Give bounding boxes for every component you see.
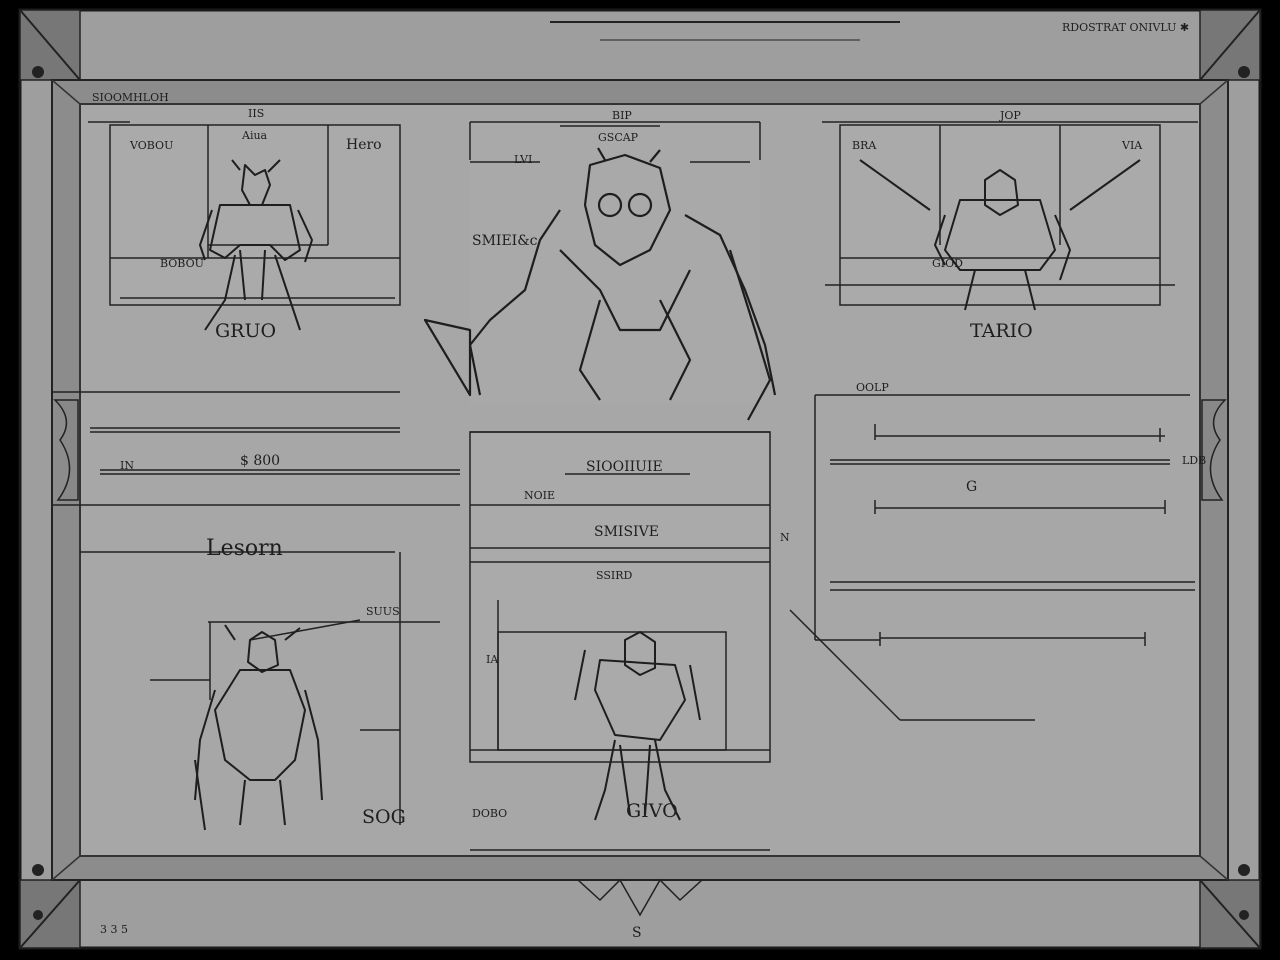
panel-tl-corner-label: Hero [346, 137, 382, 153]
panel-tl-side-label: BOBOU [160, 257, 204, 270]
middle-center-heading: SMISIVE [594, 524, 659, 540]
middle-right-mark: G [966, 479, 978, 495]
sheet-footer-left: 3 3 5 [100, 923, 128, 936]
panel-tl-sublabel: Aiua [242, 129, 268, 142]
panel-tl-header: IIS [248, 107, 265, 120]
middle-right-tag: OOLP [856, 381, 889, 394]
panel-tl-tag: VOBOU [130, 139, 174, 152]
panel-tc-sublabel: GSCAP [598, 131, 639, 144]
middle-left-value: $ 800 [240, 453, 281, 469]
panel-bc-tag: IA [486, 653, 499, 666]
panel-bc-caption: GIVO [626, 800, 678, 822]
middle-right-small-tag: LDB [1182, 454, 1207, 467]
panel-tl-caption: GRUO [215, 320, 277, 342]
panel-br-mark: N [780, 531, 790, 544]
panel-tc-side-label: SMIEI&c [472, 233, 538, 249]
middle-center-small-tag: NOIE [524, 489, 556, 502]
middle-left-small-tag: IN [120, 459, 134, 472]
sheet-title: RDOSTRAT ONIVLU ✱ [1062, 21, 1190, 34]
middle-center-sub: SSIRD [596, 569, 633, 582]
panel-tr-caption: TARIO [970, 320, 1033, 342]
sheet-footer-center: S [632, 925, 642, 941]
panel-bl-title: Lesorn [206, 536, 283, 561]
panel-bl-caption: SOG [362, 806, 406, 828]
panel-tr-right-tag: VIA [1122, 139, 1143, 152]
panel-tc-tick-label: LVI [514, 153, 533, 166]
panel-tr-side-label: GIOD [932, 257, 963, 270]
panel-bc-left-caption: DOBO [472, 807, 508, 820]
panel-bl-tag: SUUS [366, 605, 400, 618]
panel-tc-header: BIP [612, 109, 632, 122]
panel-tr-left-tag: BRA [852, 139, 877, 152]
panel-tr-header: JOP [1000, 109, 1021, 122]
middle-center-title: SIOOIIUIE [586, 459, 663, 475]
sheet-header-left: SIOOMHLOH [92, 91, 169, 104]
